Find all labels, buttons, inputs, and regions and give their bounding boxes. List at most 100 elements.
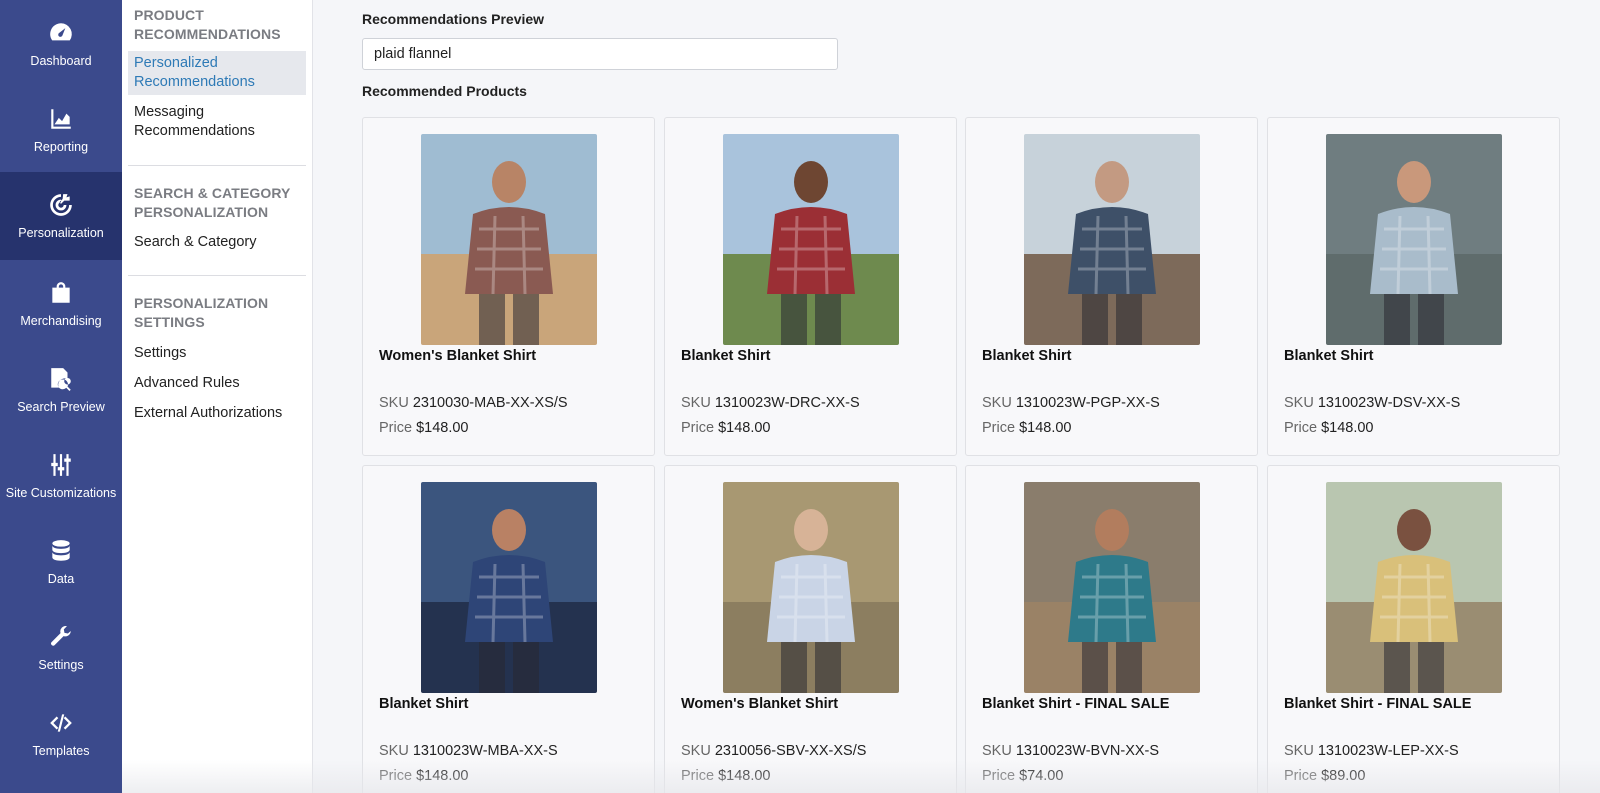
product-price: Price $148.00 [681,420,771,436]
product-price: Price $148.00 [982,420,1072,436]
sku-value: 1310023W-PGP-XX-S [1015,395,1160,411]
sku-value: 1310023W-BVN-XX-S [1015,743,1160,759]
nav-reporting-label: Reporting [33,140,89,154]
sku-label: SKU [379,743,409,759]
nav-personalization-label: Personalization [18,226,104,240]
product-sku: SKU 2310030-MAB-XX-XS/S [379,395,568,411]
product-card[interactable]: Blanket Shirt SKU 1310023W-MBA-XX-S Price … [362,465,655,793]
document-search-icon [51,368,71,392]
section-heading-product-recommendations: PRODUCT RECOMMENDATIONS [134,7,281,42]
code-icon [50,714,72,732]
price-value: $74.00 [1019,768,1064,784]
sku-value: 1310023W-DRC-XX-S [714,395,860,411]
price-label: Price [1284,420,1318,436]
subnav-personalized-recommendations[interactable]: Personalized Recommendations [128,51,306,95]
nav-data-label: Data [47,572,75,586]
product-sku: SKU 1310023W-DRC-XX-S [681,395,860,411]
nav-data[interactable]: Data [0,518,122,606]
shopping-bag-icon [52,282,70,303]
nav-reporting[interactable]: Reporting [0,86,122,174]
target-icon [50,194,72,216]
product-price: Price $148.00 [681,768,771,784]
nav-personalization[interactable]: Personalization [0,172,122,260]
wrench-icon [51,626,71,646]
product-card[interactable]: Blanket Shirt - FINAL SALE SKU 1310023W-L… [1267,465,1560,793]
main-nav-rail: Dashboard Reporting Personalization Merc… [0,0,122,793]
product-card[interactable]: Women's Blanket Shirt SKU 2310030-MAB-XX-… [362,117,655,456]
sku-value: 2310056-SBV-XX-XS/S [714,743,867,759]
product-sku: SKU 1310023W-PGP-XX-S [982,395,1160,411]
nav-site-customizations[interactable]: Site Customizations [0,432,122,520]
price-label: Price [1284,768,1318,784]
product-image [1326,134,1502,345]
product-name: Blanket Shirt [1284,348,1374,364]
price-value: $148.00 [416,420,469,436]
gauge-icon [50,23,72,41]
subnav-settings[interactable]: Settings [128,341,306,366]
nav-templates[interactable]: Templates [0,690,122,778]
product-image [1024,482,1200,693]
subnav-messaging-recommendations[interactable]: Messaging Recommendations [128,100,306,144]
product-name: Blanket Shirt - FINAL SALE [982,696,1170,712]
section-heading-search-category: SEARCH & CATEGORY PERSONALIZATION [134,185,291,220]
nav-dashboard-label: Dashboard [30,54,92,68]
main-content: Recommendations Preview Recommended Prod… [313,0,1600,793]
section-heading-personalization-settings: PERSONALIZATION SETTINGS [134,295,269,330]
price-value: $148.00 [1321,420,1374,436]
sliders-icon [51,454,71,476]
price-value: $89.00 [1321,768,1366,784]
price-value: $148.00 [718,768,771,784]
sku-label: SKU [1284,743,1314,759]
subnav-advanced-rules[interactable]: Advanced Rules [128,371,306,396]
sku-label: SKU [379,395,409,411]
product-image [421,482,597,693]
product-sku: SKU 1310023W-DSV-XX-S [1284,395,1460,411]
sku-label: SKU [681,395,711,411]
product-name: Blanket Shirt [681,348,771,364]
product-image [723,134,899,345]
product-sku: SKU 1310023W-LEP-XX-S [1284,743,1459,759]
product-card[interactable]: Blanket Shirt SKU 1310023W-DSV-XX-S Price … [1267,117,1560,456]
sku-value: 1310023W-MBA-XX-S [412,743,558,759]
price-label: Price [379,420,413,436]
price-label: Price [982,420,1016,436]
nav-search-preview[interactable]: Search Preview [0,346,122,434]
nav-settings[interactable]: Settings [0,604,122,692]
product-image [421,134,597,345]
sku-value: 1310023W-LEP-XX-S [1317,743,1459,759]
product-image [1326,482,1502,693]
nav-settings-label: Settings [38,658,84,672]
search-input[interactable] [362,38,838,70]
sku-value: 1310023W-DSV-XX-S [1317,395,1461,411]
nav-merchandising[interactable]: Merchandising [0,260,122,348]
price-value: $148.00 [416,768,469,784]
product-name: Blanket Shirt - FINAL SALE [1284,696,1472,712]
product-card[interactable]: Women's Blanket Shirt SKU 2310056-SBV-XX-… [664,465,957,793]
sku-label: SKU [1284,395,1314,411]
product-price: Price $89.00 [1284,768,1365,784]
nav-dashboard[interactable]: Dashboard [0,0,122,88]
nav-search-preview-label: Search Preview [17,400,105,414]
subnav-external-authorizations[interactable]: External Authorizations [128,401,306,426]
sku-label: SKU [681,743,711,759]
product-sku: SKU 1310023W-BVN-XX-S [982,743,1159,759]
product-price: Price $148.00 [379,768,469,784]
subnav-search-category[interactable]: Search & Category [128,230,306,255]
price-label: Price [681,768,715,784]
product-image [1024,134,1200,345]
product-sku: SKU 1310023W-MBA-XX-S [379,743,558,759]
personalization-subnav: PRODUCT RECOMMENDATIONS Personalized Rec… [122,0,313,793]
price-label: Price [379,768,413,784]
product-name: Blanket Shirt [379,696,469,712]
product-name: Blanket Shirt [982,348,1072,364]
chart-icon [51,109,71,129]
product-card[interactable]: Blanket Shirt SKU 1310023W-DRC-XX-S Price … [664,117,957,456]
products-title: Recommended Products [362,83,527,99]
product-card[interactable]: Blanket Shirt SKU 1310023W-PGP-XX-S Price … [965,117,1258,456]
subnav-divider [128,275,306,276]
product-price: Price $74.00 [982,768,1063,784]
product-price: Price $148.00 [1284,420,1374,436]
product-price: Price $148.00 [379,420,469,436]
product-card[interactable]: Blanket Shirt - FINAL SALE SKU 1310023W-B… [965,465,1258,793]
price-value: $148.00 [718,420,771,436]
